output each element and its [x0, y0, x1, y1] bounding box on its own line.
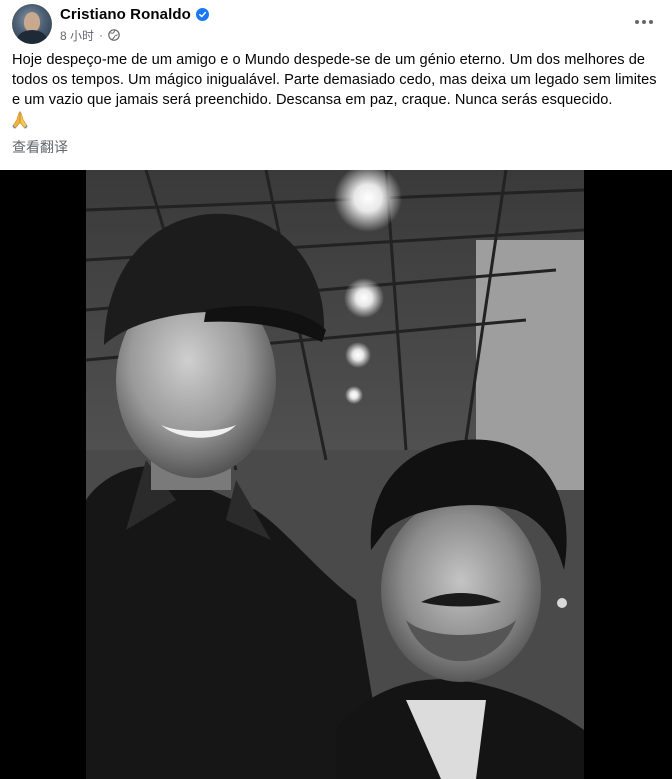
post-header: Cristiano Ronaldo 8 小时 ·	[12, 4, 660, 46]
ceiling-lamp	[345, 386, 363, 404]
more-options-icon[interactable]	[628, 8, 660, 36]
post-body: Hoje despeço-me de um amigo e o Mundo de…	[12, 50, 664, 129]
feed-post: Cristiano Ronaldo 8 小时 · Hoje despeço-me…	[0, 0, 672, 779]
post-timestamp[interactable]: 8 小时	[60, 27, 94, 44]
meta-separator: ·	[99, 28, 104, 42]
author-avatar[interactable]	[12, 4, 52, 44]
post-photo[interactable]	[86, 170, 584, 779]
post-message: Hoje despeço-me de um amigo e o Mundo de…	[12, 52, 657, 108]
ceiling-lamp	[345, 342, 371, 368]
avatar-face	[24, 12, 40, 32]
right-person-earring	[557, 598, 567, 608]
verified-badge-icon	[195, 7, 209, 21]
author-name-link[interactable]: Cristiano Ronaldo	[60, 6, 191, 23]
folded-hands-emoji	[12, 111, 28, 129]
see-translation-link[interactable]: 查看翻译	[12, 137, 68, 157]
author-line: Cristiano Ronaldo	[60, 4, 209, 24]
post-meta: 8 小时 ·	[60, 26, 120, 44]
post-photo-frame	[0, 170, 672, 779]
avatar-body	[17, 30, 47, 44]
ceiling-lamp	[344, 278, 384, 318]
globe-icon[interactable]	[108, 29, 120, 41]
